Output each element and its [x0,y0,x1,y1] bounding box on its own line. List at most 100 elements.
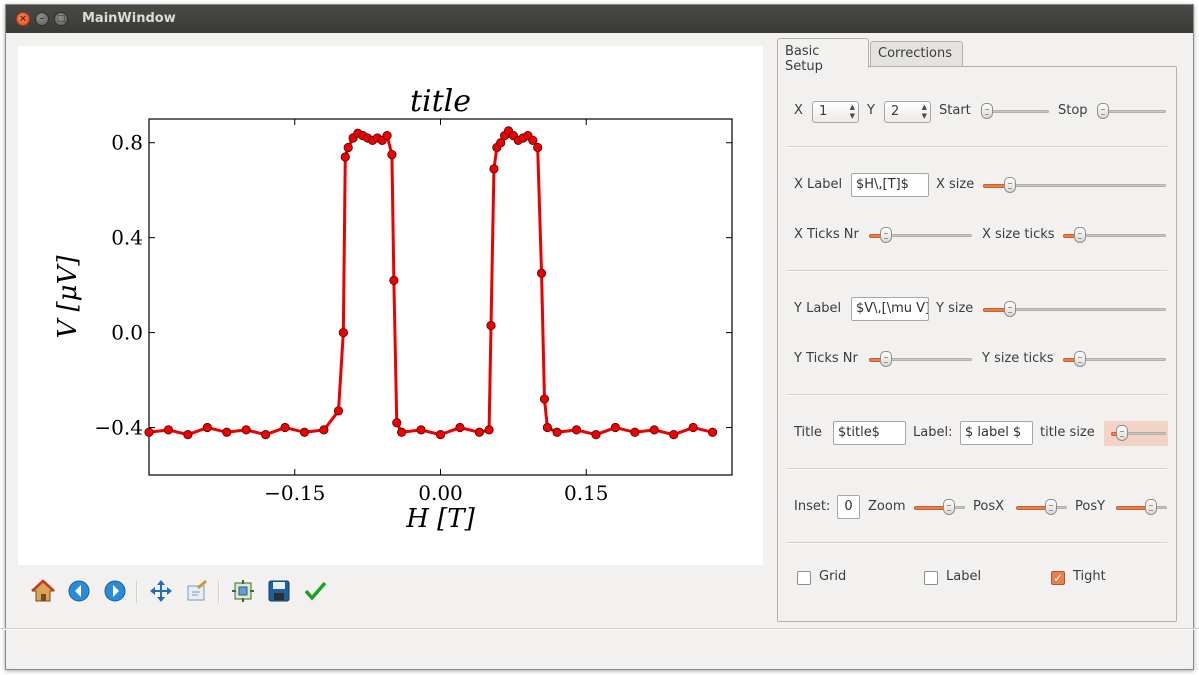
y-size-slider[interactable] [983,301,1166,317]
data-point [552,427,562,437]
toolbar-separator [218,581,220,603]
tab-basic-setup[interactable]: Basic Setup [777,38,869,74]
posx-label: PosX [973,499,1005,514]
plot-title: title [410,84,471,119]
data-point [649,425,659,435]
slider-handle[interactable] [1074,227,1086,243]
x-label-label: X Label [794,177,843,192]
data-point [387,150,397,160]
forward-icon[interactable] [102,578,128,604]
slider-handle[interactable] [943,499,955,515]
posy-label: PosY [1075,499,1106,514]
zoom-label: Zoom [868,499,906,514]
label-text-label: Label: [913,425,953,440]
zoom-slider[interactable] [914,499,965,515]
data-point [319,425,329,435]
inset-label: Inset: [794,499,831,514]
x-size-slider[interactable] [983,177,1166,193]
data-point [630,427,640,437]
data-point [435,430,446,440]
slider-handle[interactable] [1045,499,1057,515]
x-size-ticks-slider[interactable] [1063,227,1166,243]
data-point [280,422,290,433]
status-bar-divider [0,628,1199,630]
x-column-value: 1 [819,104,828,119]
x-column-spinbox[interactable]: 1 ▲ ▼ [812,101,859,123]
home-icon[interactable] [30,578,56,604]
data-point [183,430,193,440]
slider-handle[interactable] [880,227,892,243]
data-point [533,142,543,153]
data-point [382,131,392,141]
slider-handle[interactable] [981,103,993,119]
section-divider [787,542,1167,544]
slider-handle[interactable] [1116,425,1128,441]
y-ticks-slider[interactable] [869,351,972,367]
configure-subplots-icon[interactable] [230,578,256,604]
slider-handle[interactable] [1074,351,1086,367]
data-point [202,422,212,433]
y-size-label: Y size [936,301,974,316]
settings-panel [777,66,1177,622]
data-point [707,427,718,437]
label-input[interactable]: $ label $ [960,421,1033,445]
start-label: Start [939,103,971,118]
data-point [474,427,484,437]
posy-slider[interactable] [1116,499,1167,515]
x-size-ticks-label: X size ticks [982,227,1055,242]
tight-checkbox-label: Tight [1073,569,1106,584]
maximize-window-button[interactable]: □ [54,12,68,26]
plot-canvas[interactable]: title H [T] V [μV] −0.15 0.00 0.15 −0.4 0.0 0.4 0… [18,46,763,565]
title-size-label: title size [1040,425,1095,440]
y-column-value: 2 [891,104,900,119]
y-tick-label: −0.4 [94,416,143,440]
grid-checkbox[interactable] [797,571,811,585]
close-window-button[interactable]: × [16,12,30,26]
slider-handle[interactable] [1004,301,1016,317]
tight-checkbox[interactable]: ✓ [1051,571,1065,585]
slider-handle[interactable] [1004,177,1016,193]
y-axis-label: V [μV] [53,255,83,339]
inset-input[interactable]: 0 [837,495,860,519]
data-point [610,422,621,433]
spin-arrows-icon[interactable]: ▲ ▼ [922,103,927,121]
spin-arrows-icon[interactable]: ▲ ▼ [850,103,855,121]
zoom-icon[interactable] [184,578,210,604]
start-slider[interactable] [981,103,1049,119]
x-ticks-slider[interactable] [869,227,972,243]
y-label-input[interactable]: $V\,[\mu V]$ [851,297,929,321]
minimize-window-button[interactable]: – [35,12,49,26]
data-point [486,320,496,331]
y-label-label: Y Label [794,301,842,316]
slider-handle[interactable] [1145,499,1157,515]
tab-corrections[interactable]: Corrections [870,41,963,66]
data-point [343,142,353,153]
title-label: Title [794,425,822,440]
title-input[interactable]: $title$ [833,421,906,445]
plot-toolbar [22,578,342,606]
y-column-spinbox[interactable]: 2 ▲ ▼ [884,101,931,123]
y-tick-label: 0.0 [111,321,143,345]
stop-slider[interactable] [1097,103,1166,119]
x-column-label: X [794,103,803,118]
slider-handle[interactable] [1097,103,1109,119]
x-label-input[interactable]: $H\,[T]$ [851,173,929,197]
apply-icon[interactable] [302,578,328,604]
data-point [392,418,402,428]
save-icon[interactable] [266,578,292,604]
back-icon[interactable] [66,578,92,604]
data-point [591,430,601,440]
label-checkbox[interactable] [924,571,938,585]
data-point [539,394,550,404]
data-point [144,427,154,437]
slider-handle[interactable] [880,351,892,367]
section-divider [787,468,1167,470]
data-point [389,275,399,285]
title-size-slider[interactable] [1111,425,1166,441]
data-point [542,422,552,433]
pan-icon[interactable] [148,578,174,604]
y-ticks-label: Y Ticks Nr [794,351,858,366]
posx-slider[interactable] [1016,499,1067,515]
y-column-label: Y [867,103,875,118]
y-size-ticks-slider[interactable] [1063,351,1166,367]
